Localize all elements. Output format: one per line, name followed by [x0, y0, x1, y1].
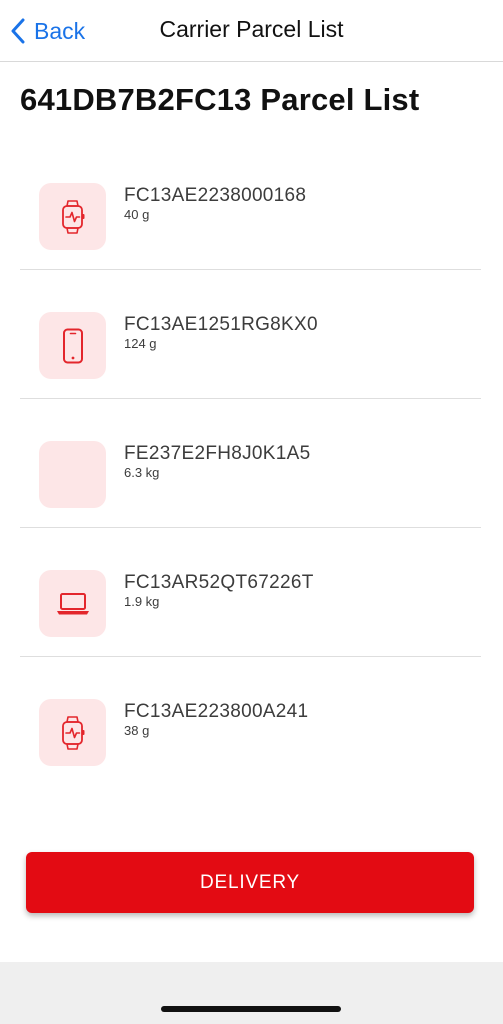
- navigation-bar: Back Carrier Parcel List: [0, 0, 503, 62]
- parcel-row[interactable]: FC13AE223800A241 38 g: [20, 657, 481, 785]
- parcel-icon-tile: [39, 183, 106, 250]
- parcel-weight: 38 g: [124, 723, 150, 738]
- delivery-button[interactable]: DELIVERY: [26, 852, 474, 913]
- laptop-icon: [56, 592, 90, 616]
- parcel-row[interactable]: FC13AE1251RG8KX0 124 g: [20, 270, 481, 399]
- parcel-weight: 1.9 kg: [124, 594, 160, 609]
- bottom-bar: [0, 962, 503, 1024]
- parcel-code: FC13AE223800A241: [124, 701, 309, 722]
- parcel-code: FC13AE1251RG8KX0: [124, 314, 318, 335]
- page-title: 641DB7B2FC13 Parcel List: [20, 82, 420, 117]
- parcel-row[interactable]: FC13AE2238000168 40 g: [20, 141, 481, 270]
- parcel-code: FE237E2FH8J0K1A5: [124, 443, 311, 464]
- home-indicator[interactable]: [161, 1006, 341, 1012]
- parcel-icon-tile: [39, 312, 106, 379]
- parcel-row[interactable]: FC13AR52QT67226T 1.9 kg: [20, 528, 481, 657]
- parcel-weight: 40 g: [124, 207, 150, 222]
- smartwatch-icon: [60, 715, 86, 750]
- parcel-weight: 124 g: [124, 336, 157, 351]
- parcel-icon-tile: [39, 441, 106, 508]
- parcel-icon-tile: [39, 699, 106, 766]
- parcel-code: FC13AE2238000168: [124, 185, 307, 206]
- parcel-code: FC13AR52QT67226T: [124, 572, 314, 593]
- smartwatch-icon: [60, 199, 86, 234]
- parcel-weight: 6.3 kg: [124, 465, 160, 480]
- parcel-row[interactable]: FE237E2FH8J0K1A5 6.3 kg: [20, 399, 481, 528]
- smartphone-icon: [62, 328, 84, 364]
- parcel-list: FC13AE2238000168 40 g FC13AE1251RG8KX0 1…: [20, 141, 481, 785]
- parcel-icon-tile: [39, 570, 106, 637]
- navbar-title: Carrier Parcel List: [159, 16, 344, 42]
